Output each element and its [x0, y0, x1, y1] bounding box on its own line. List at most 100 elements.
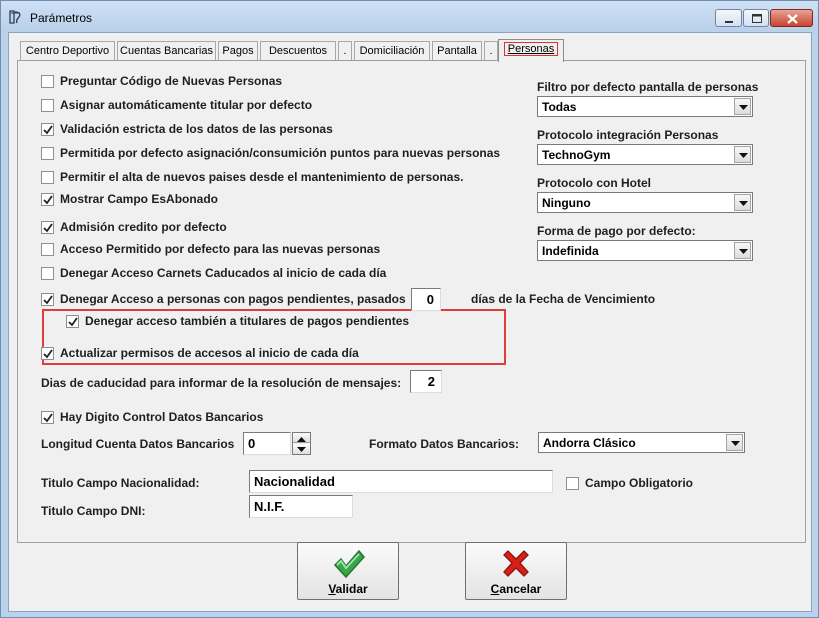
checkmark-icon: [43, 125, 53, 135]
filter-select[interactable]: Todas: [537, 96, 753, 117]
checkbox-label: Permitir el alta de nuevos paises desde …: [60, 170, 464, 184]
validate-button[interactable]: Validar: [297, 542, 399, 600]
checkbox-box[interactable]: [41, 193, 54, 206]
checkbox-box[interactable]: [41, 221, 54, 234]
protocol-select[interactable]: TechnoGym: [537, 144, 753, 165]
checkmark-icon: [68, 317, 78, 327]
tab-pagos[interactable]: Pagos: [218, 41, 258, 61]
close-icon: [787, 14, 798, 24]
checkbox-label: Denegar acceso también a titulares de pa…: [85, 314, 410, 328]
checkbox-label: Actualizar permisos de accesos al inicio…: [60, 346, 359, 360]
hotel-protocol-label: Protocolo con Hotel: [537, 176, 651, 190]
select-value: Ninguno: [542, 196, 591, 210]
checkbox-label: Permitida por defecto asignación/consumi…: [60, 146, 501, 160]
hotel-protocol-select[interactable]: Ninguno: [537, 192, 753, 213]
tab-cuentas-bancarias[interactable]: Cuentas Bancarias: [117, 41, 216, 61]
checkbox-box[interactable]: [41, 411, 54, 424]
checkbox-box[interactable]: [41, 347, 54, 360]
dni-input[interactable]: N.I.F.: [249, 495, 353, 518]
chevron-down-icon: [739, 201, 748, 206]
tab-label: Domiciliación: [359, 45, 425, 57]
dropdown-button[interactable]: [734, 242, 751, 259]
dropdown-button[interactable]: [734, 194, 751, 211]
maximize-icon: [752, 14, 762, 23]
checkbox-label: Campo Obligatorio: [585, 476, 693, 490]
checkmark-icon: [43, 349, 53, 359]
dropdown-button[interactable]: [734, 98, 751, 115]
chevron-down-icon: [731, 441, 740, 446]
tab-pantalla[interactable]: Pantalla: [432, 41, 482, 61]
tab-label: Cuentas Bancarias: [120, 45, 213, 57]
checkbox-box[interactable]: [41, 293, 54, 306]
close-button[interactable]: [770, 9, 813, 27]
title-bar[interactable]: Parámetros: [1, 1, 818, 31]
checkmark-icon: [333, 549, 365, 579]
checkbox-box[interactable]: [41, 267, 54, 280]
checkbox-label: Asignar automáticamente titular por defe…: [60, 98, 313, 112]
window-title: Parámetros: [30, 11, 93, 25]
checkbox-box[interactable]: [41, 171, 54, 184]
tab-label: Descuentos: [268, 45, 328, 57]
spin-up-button[interactable]: [293, 433, 310, 443]
filter-label: Filtro por defecto pantalla de personas: [537, 80, 759, 94]
chevron-down-icon: [739, 105, 748, 110]
checkbox-box[interactable]: [566, 477, 579, 490]
app-icon: [9, 10, 21, 24]
dropdown-button[interactable]: [734, 146, 751, 163]
expiry-days-input[interactable]: 2: [410, 370, 442, 393]
tab-centro-deportivo[interactable]: Centro Deportivo: [20, 41, 115, 61]
protocol-label: Protocolo integración Personas: [537, 128, 719, 142]
tab-domiciliacion[interactable]: Domiciliación: [354, 41, 430, 61]
tab-unnamed-2[interactable]: .: [484, 41, 498, 61]
checkbox-box[interactable]: [41, 99, 54, 112]
tab-personas[interactable]: Personas: [498, 39, 564, 62]
spin-down-button[interactable]: [293, 444, 310, 454]
bank-format-select[interactable]: Andorra Clásico: [538, 432, 745, 453]
minimize-icon: [725, 21, 733, 23]
pending-days-input[interactable]: 0: [411, 288, 441, 311]
checkbox-box[interactable]: [41, 243, 54, 256]
maximize-button[interactable]: [743, 9, 769, 27]
tab-label: Pantalla: [437, 45, 477, 57]
bank-format-label: Formato Datos Bancarios:: [369, 437, 520, 451]
chevron-down-icon: [739, 153, 748, 158]
cross-icon: [503, 550, 529, 577]
bank-length-label: Longitud Cuenta Datos Bancarios: [41, 437, 235, 451]
tab-unnamed-1[interactable]: .: [338, 41, 352, 61]
checkbox-label: Hay Digito Control Datos Bancarios: [60, 410, 264, 424]
cancel-button[interactable]: Cancelar: [465, 542, 567, 600]
tab-label: Centro Deportivo: [25, 45, 110, 57]
minimize-button[interactable]: [715, 9, 742, 27]
payment-label: Forma de pago por defecto:: [537, 224, 696, 238]
checkbox-box[interactable]: [41, 147, 54, 160]
nationality-input[interactable]: Nacionalidad: [249, 470, 553, 493]
dropdown-button[interactable]: [726, 434, 743, 451]
checkbox-label: Denegar Acceso Carnets Caducados al inic…: [60, 266, 387, 280]
personas-panel: Preguntar Código de Nuevas Personas Asig…: [17, 60, 806, 543]
arrow-up-icon: [297, 437, 306, 442]
checkbox-label: Acceso Permitido por defecto para las nu…: [60, 242, 381, 256]
checkbox-label: Admisión credito por defecto: [60, 220, 227, 234]
checkmark-icon: [43, 223, 53, 233]
cancel-label: Cancelar: [490, 582, 542, 596]
select-value: TechnoGym: [542, 148, 611, 162]
tab-label: .: [343, 45, 347, 57]
parametros-window: Parámetros Centro Deportivo Cuentas Banc…: [0, 0, 819, 618]
chevron-down-icon: [739, 249, 748, 254]
nationality-label: Titulo Campo Nacionalidad:: [41, 476, 200, 490]
checkbox-box[interactable]: [41, 75, 54, 88]
expiry-label: Dias de caducidad para informar de la re…: [41, 376, 402, 390]
checkbox-label: Denegar Acceso a personas con pagos pend…: [60, 292, 406, 306]
tab-label: Personas: [503, 42, 559, 56]
select-value: Andorra Clásico: [543, 436, 636, 450]
tab-label: Pagos: [222, 45, 254, 57]
checkbox-box[interactable]: [41, 123, 54, 136]
dni-label: Titulo Campo DNI:: [41, 504, 146, 518]
bank-length-input[interactable]: 0: [243, 432, 291, 455]
bank-length-spinner[interactable]: [292, 432, 311, 455]
tab-descuentos[interactable]: Descuentos: [260, 41, 336, 61]
payment-select[interactable]: Indefinida: [537, 240, 753, 261]
select-value: Todas: [542, 100, 577, 114]
checkmark-icon: [43, 195, 53, 205]
checkbox-box[interactable]: [66, 315, 79, 328]
